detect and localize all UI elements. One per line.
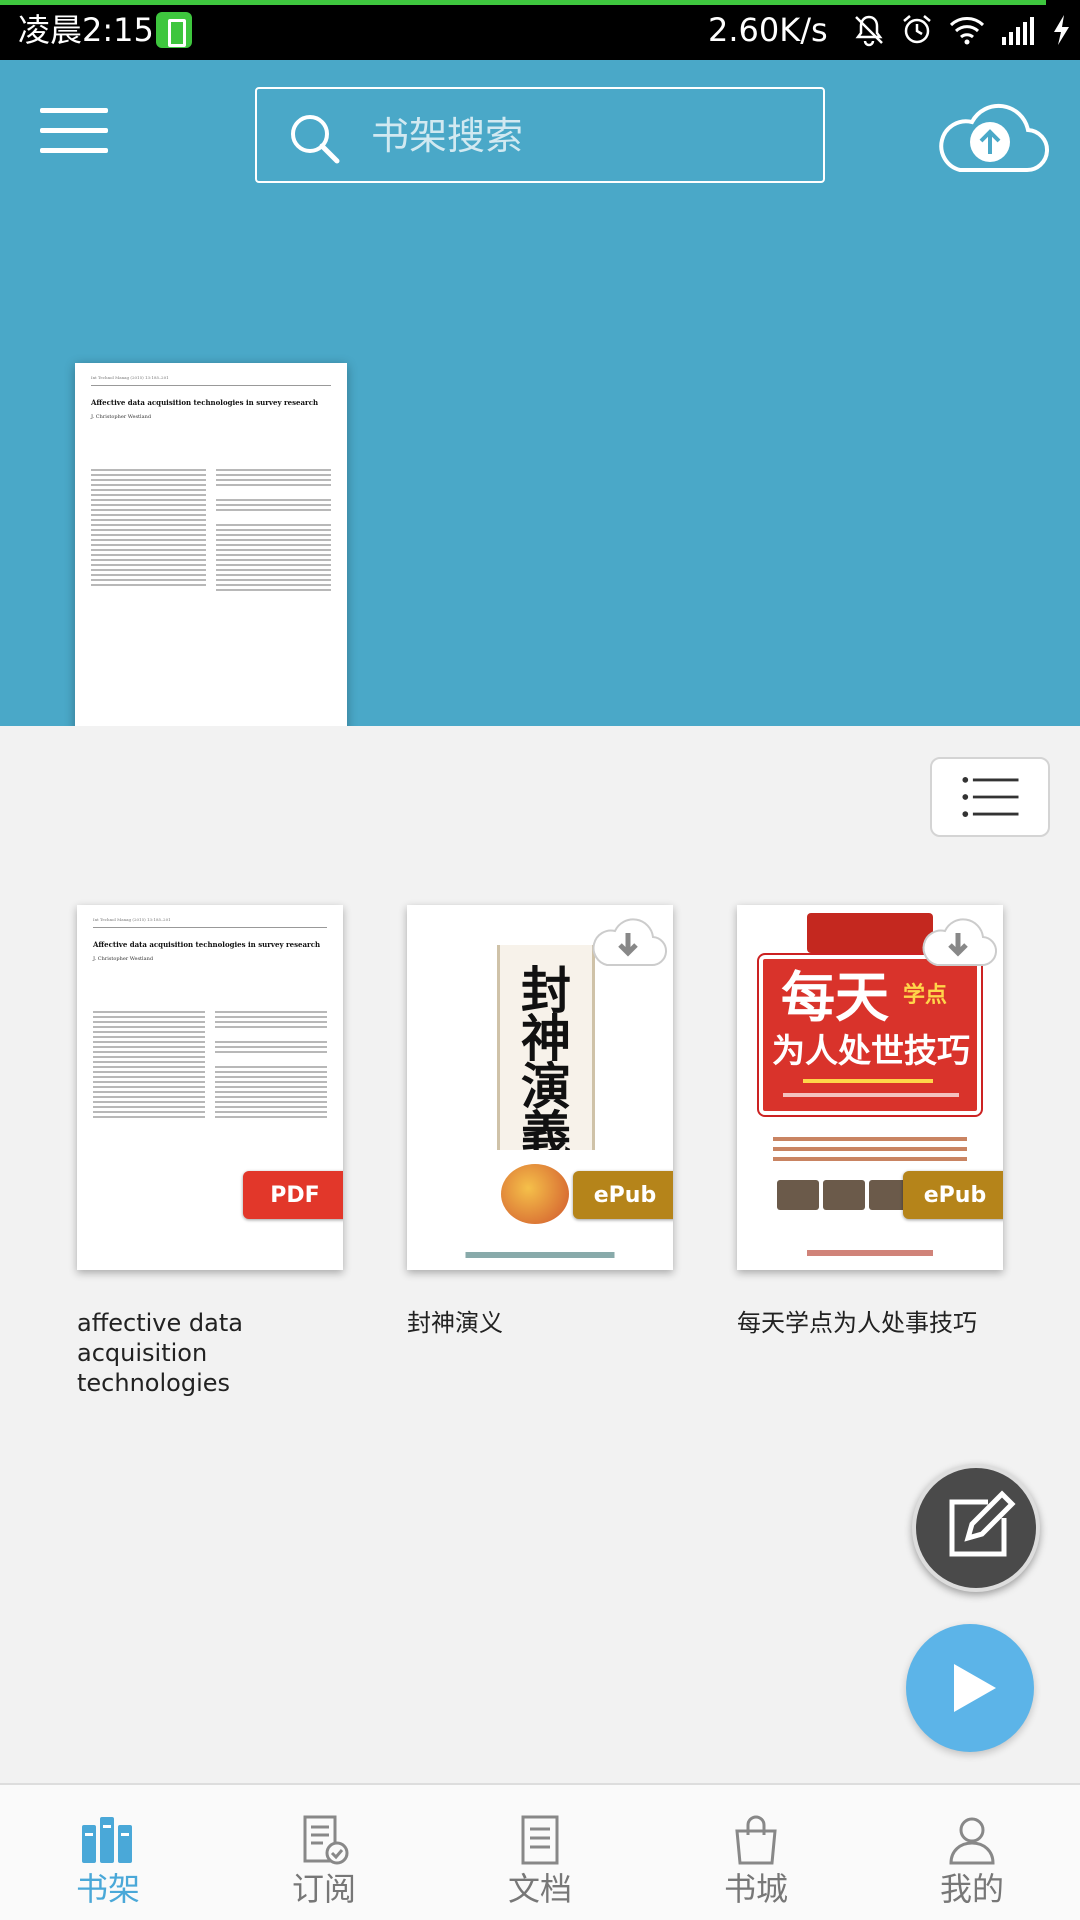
nav-label: 文档 [507, 1870, 572, 1908]
book-cover[interactable]: 每天 学点 为人处世技巧 ePub [737, 905, 1003, 1270]
nav-item-subscription[interactable]: 订阅 [216, 1785, 432, 1920]
cover-char: 演 [521, 1057, 571, 1116]
cover-title-box: 每天 学点 为人处世技巧 [759, 955, 981, 1115]
paper-title: Affective data acquisition technologies … [91, 398, 319, 407]
document-icon [521, 1815, 559, 1865]
paper-title: Affective data acquisition technologies … [93, 940, 321, 949]
journal-line: Int Technol Manag (2015) 13:185–201 [93, 917, 171, 922]
bookshelf-icon [82, 1817, 132, 1863]
search-placeholder: 书架搜索 [371, 114, 524, 158]
book-title: 封神演义 [407, 1309, 503, 1337]
profile-icon [949, 1817, 995, 1865]
journal-line: Int Technol Manag (2015) 13:185–201 [91, 375, 169, 380]
cover-line1-small: 学点 [903, 983, 948, 1008]
cloud-download-icon[interactable] [587, 911, 669, 969]
status-icons [852, 10, 1072, 50]
book-cover[interactable]: Int Technol Manag (2015) 13:185–201 Affe… [77, 905, 343, 1270]
nav-label: 书城 [723, 1870, 788, 1908]
subscription-icon [303, 1815, 349, 1865]
cover-char: 神 [521, 1009, 571, 1068]
cover-line1: 每天 [781, 965, 889, 1029]
network-speed: 2.60K/s [708, 11, 828, 49]
nav-label: 书架 [75, 1870, 140, 1908]
mute-icon [855, 15, 883, 47]
nav-label: 订阅 [291, 1870, 356, 1908]
paper-author: J. Christopher Westland [93, 956, 154, 962]
epub-format-badge: ePub [903, 1171, 1003, 1219]
cover-scroll: 封 神 演 義 [497, 945, 595, 1175]
cover-char: 封 [521, 961, 571, 1020]
epub-format-badge: ePub [573, 1171, 673, 1219]
cloud-download-icon[interactable] [917, 911, 999, 969]
book-item[interactable]: 封 神 演 義 ePub 封神演义 [407, 905, 673, 1338]
cover-line2: 为人处世技巧 [772, 1031, 970, 1070]
nav-item-bookstore[interactable]: 书城 [648, 1785, 864, 1920]
nav-item-profile[interactable]: 我的 [864, 1785, 1080, 1920]
app-header: 书架搜索 Int Technol Manag (2015) 13:185–201… [0, 60, 1080, 726]
charging-icon [1054, 15, 1069, 45]
shopping-bag-icon [735, 1815, 777, 1865]
nav-label: 我的 [939, 1870, 1004, 1908]
edit-icon [949, 1490, 1016, 1557]
download-progress-bar [0, 0, 1046, 5]
play-fab-button[interactable] [906, 1624, 1034, 1752]
book-title: 每天学点为人处事技巧 [737, 1309, 977, 1337]
cloud-upload-icon[interactable] [930, 98, 1050, 178]
book-title: affective data acquisition technologies [77, 1309, 243, 1397]
signal-icon [1002, 17, 1034, 45]
edit-fab-button[interactable] [912, 1464, 1040, 1592]
search-input[interactable]: 书架搜索 [255, 87, 825, 183]
pdf-format-badge: PDF [243, 1171, 343, 1219]
battery-saver-icon [156, 12, 192, 48]
featured-book-cover[interactable]: Int Technol Manag (2015) 13:185–201 Affe… [75, 363, 347, 726]
status-bar: 凌晨2:15 2.60K/s [0, 0, 1080, 60]
list-icon [962, 777, 1019, 817]
play-icon [954, 1664, 996, 1712]
nav-item-bookshelf[interactable]: 书架 [0, 1785, 216, 1920]
book-cover[interactable]: 封 神 演 義 ePub [407, 905, 673, 1270]
bottom-navigation: 书架 订阅 文档 书城 我的 [0, 1783, 1080, 1920]
search-icon [291, 115, 340, 164]
book-item[interactable]: Int Technol Manag (2015) 13:185–201 Affe… [77, 905, 343, 1398]
cover-illustration [501, 1164, 569, 1224]
book-item[interactable]: 每天 学点 为人处世技巧 ePub 每天学点为人处事技巧 [737, 905, 1003, 1338]
paper-author: J. Christopher Westland [91, 414, 152, 420]
alarm-icon [903, 15, 931, 44]
list-view-toggle[interactable] [930, 757, 1050, 837]
status-time: 凌晨2:15 [18, 11, 154, 49]
nav-item-documents[interactable]: 文档 [432, 1785, 648, 1920]
wifi-icon [949, 17, 985, 45]
hamburger-menu-icon[interactable] [38, 108, 110, 168]
